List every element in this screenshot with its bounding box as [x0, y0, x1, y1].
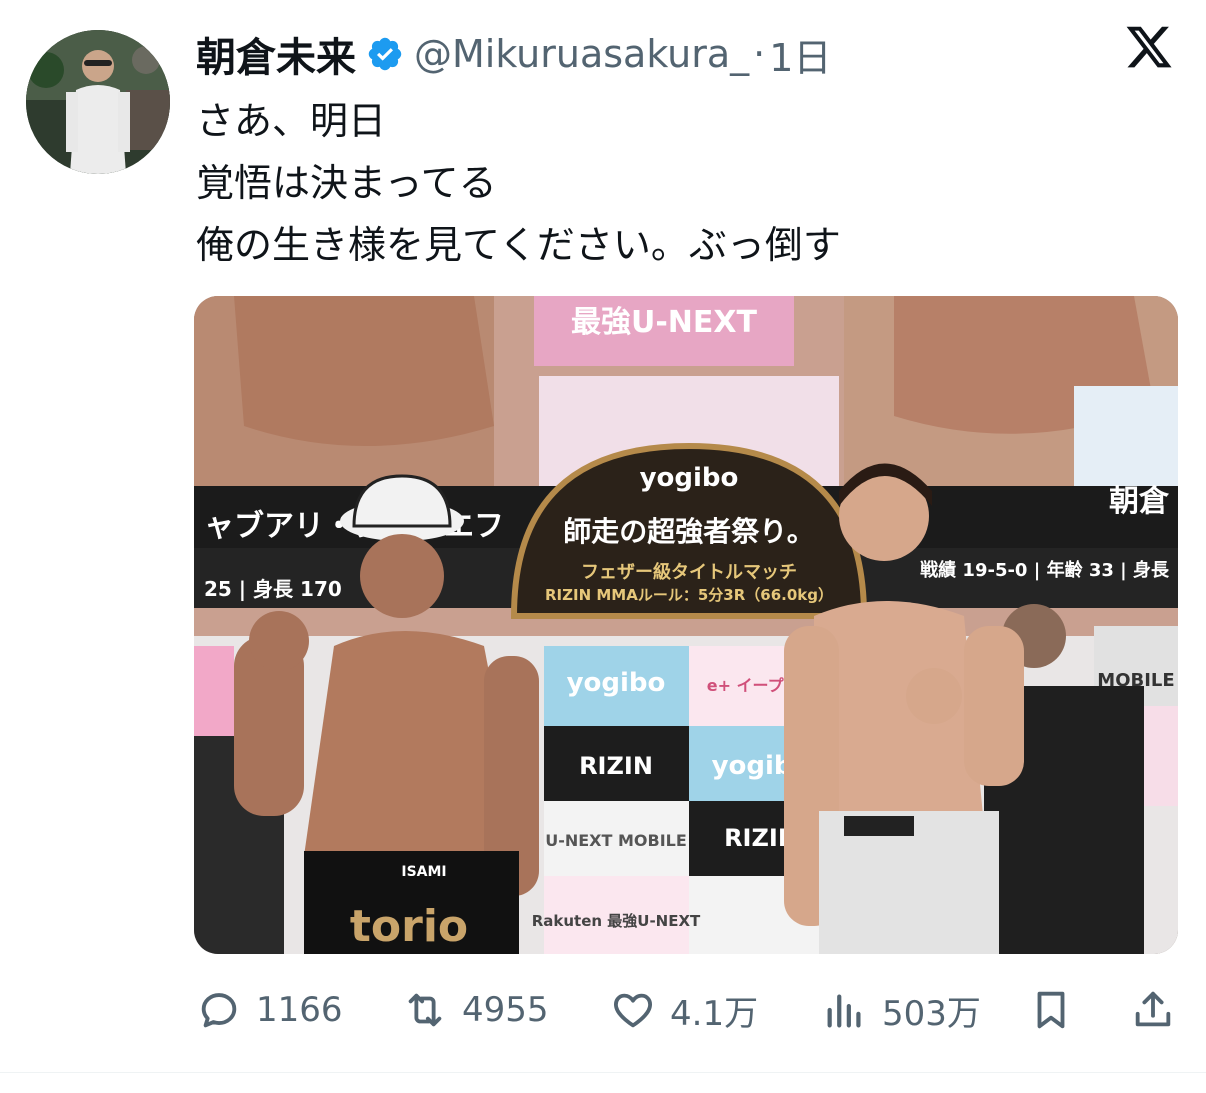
- event-title: 師走の超強者祭り。: [563, 515, 814, 548]
- time-separator: ·: [753, 32, 766, 76]
- sponsor-yogibo-1: yogibo: [567, 668, 666, 698]
- heart-icon: [614, 993, 652, 1028]
- reply-icon: [201, 993, 237, 1028]
- fighter-right-name: 朝倉: [1109, 484, 1170, 519]
- display-name[interactable]: 朝倉未来: [196, 25, 356, 83]
- match-rule: RIZIN MMAルール：5分3R（66.0kg）: [545, 586, 833, 604]
- sponsor-mobile: U-NEXT MOBILE: [545, 831, 687, 850]
- match-title: フェザー級タイトルマッチ: [581, 561, 797, 583]
- event-brand: yogibo: [640, 463, 739, 493]
- tweet-line: 俺の生き様を見てください。ぶっ倒す: [196, 223, 841, 267]
- right-stats: 戦績 19-5-0 | 年齢 33 | 身長: [920, 559, 1170, 581]
- left-stats: 25 | 身長 170: [204, 577, 342, 601]
- tweet-line: 覚悟は決まってる: [196, 161, 497, 205]
- sponsor-rakuten: Rakuten 最強U-NEXT: [532, 912, 701, 930]
- x-logo-icon[interactable]: [1124, 22, 1174, 72]
- verified-badge-icon: [368, 37, 402, 71]
- banner-top: 最強U-NEXT: [571, 305, 758, 340]
- bookmark-icon: [1037, 991, 1065, 1029]
- views-button[interactable]: 503万: [822, 980, 981, 1040]
- sponsor-rizin-1: RIZIN: [579, 752, 653, 780]
- repost-count: 4955: [462, 990, 549, 1030]
- weigh-in-photo: 最強U-NEXT ャブアリ・シェ…エフ 朝倉 25 | 身長 170 戦績 19…: [194, 296, 1178, 954]
- like-count: 4.1万: [670, 993, 759, 1034]
- shorts-waist: ISAMI: [401, 864, 446, 880]
- avatar-image: [26, 30, 170, 174]
- timestamp[interactable]: 1日: [769, 27, 831, 82]
- tweet-line: さあ、明日: [196, 99, 387, 143]
- views-icon: [827, 994, 861, 1028]
- share-button[interactable]: [1130, 980, 1176, 1040]
- action-bar: 1166 4955 4.1万 503万: [0, 980, 1206, 1040]
- tweet-photo[interactable]: 最強U-NEXT ャブアリ・シェ…エフ 朝倉 25 | 身長 170 戦績 19…: [194, 296, 1178, 954]
- repost-button[interactable]: 4955: [402, 980, 549, 1040]
- bookmark-button[interactable]: [1028, 980, 1074, 1040]
- avatar[interactable]: [26, 30, 170, 174]
- divider: [0, 1072, 1206, 1073]
- handle[interactable]: @Mikuruasakura_: [414, 32, 749, 76]
- shorts-brand: torio: [350, 901, 468, 952]
- views-count: 503万: [882, 993, 981, 1034]
- tweet-text: さあ、明日 覚悟は決まってる 俺の生き様を見てください。ぶっ倒す: [196, 90, 841, 276]
- share-icon: [1135, 991, 1171, 1027]
- like-button[interactable]: 4.1万: [610, 980, 758, 1040]
- tweet-header: 朝倉未来 @Mikuruasakura_ · 1日: [196, 26, 831, 82]
- reply-count: 1166: [256, 990, 343, 1030]
- reply-button[interactable]: 1166: [196, 980, 343, 1040]
- repost-icon: [408, 993, 442, 1027]
